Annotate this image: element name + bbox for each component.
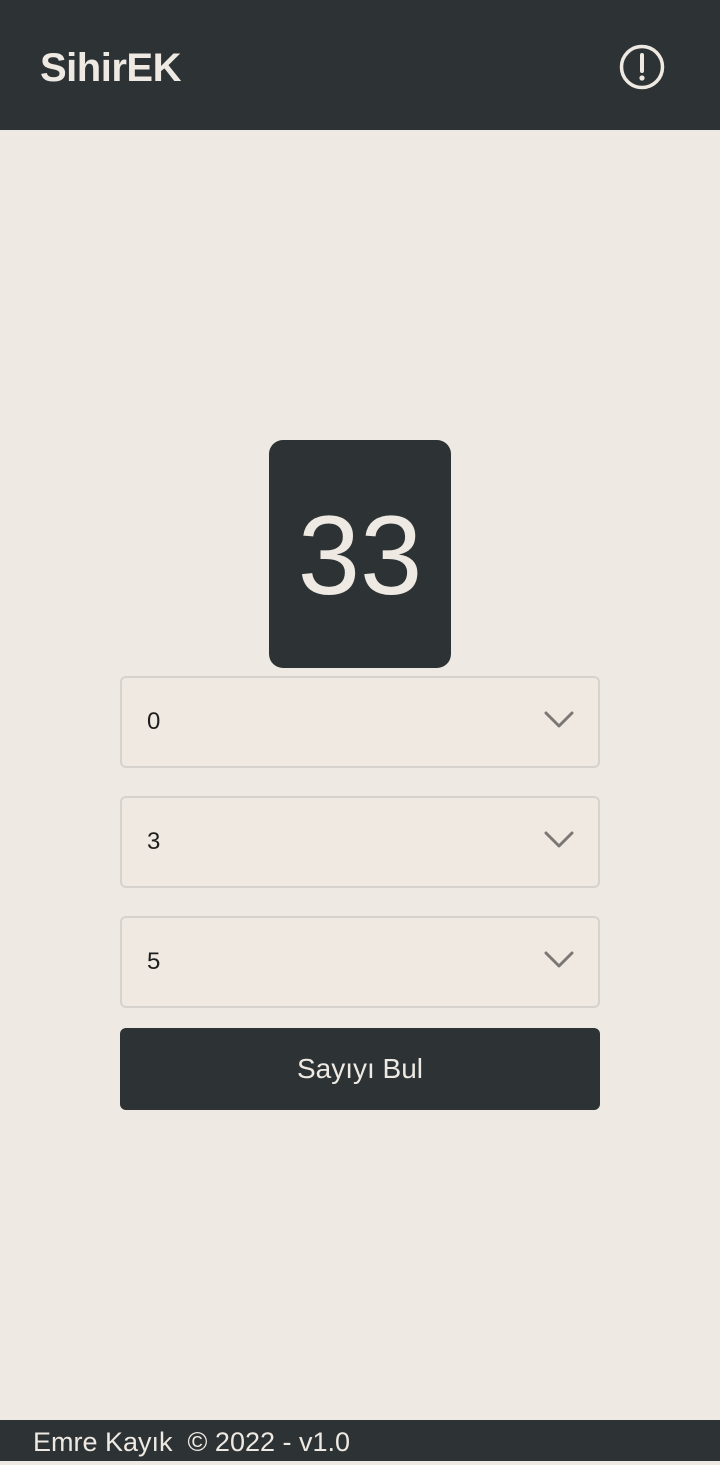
exclamation-circle-icon — [619, 44, 665, 90]
digit-select-3[interactable]: 5 — [120, 916, 600, 1008]
app-bar: SihirEK — [0, 0, 720, 130]
footer: Emre Kayık © 2022 - v1.0 — [0, 1420, 720, 1461]
info-button[interactable] — [612, 37, 672, 97]
chevron-down-icon — [544, 711, 574, 728]
find-number-button[interactable]: Sayıyı Bul — [120, 1028, 600, 1110]
result-number: 33 — [297, 493, 423, 618]
chevron-down-icon — [544, 831, 574, 848]
digit-select-2-value: 3 — [147, 828, 161, 855]
digit-select-2[interactable]: 3 — [120, 796, 600, 888]
app-title: SihirEK — [40, 46, 181, 90]
digit-select-1-value: 0 — [147, 708, 161, 735]
footer-text: Emre Kayık © 2022 - v1.0 — [33, 1427, 351, 1457]
digit-select-3-value: 5 — [147, 948, 161, 975]
digit-select-1[interactable]: 0 — [120, 676, 600, 768]
find-number-button-label: Sayıyı Bul — [296, 1053, 424, 1084]
result-number-card: 33 — [269, 440, 451, 668]
chevron-down-icon — [544, 951, 574, 968]
